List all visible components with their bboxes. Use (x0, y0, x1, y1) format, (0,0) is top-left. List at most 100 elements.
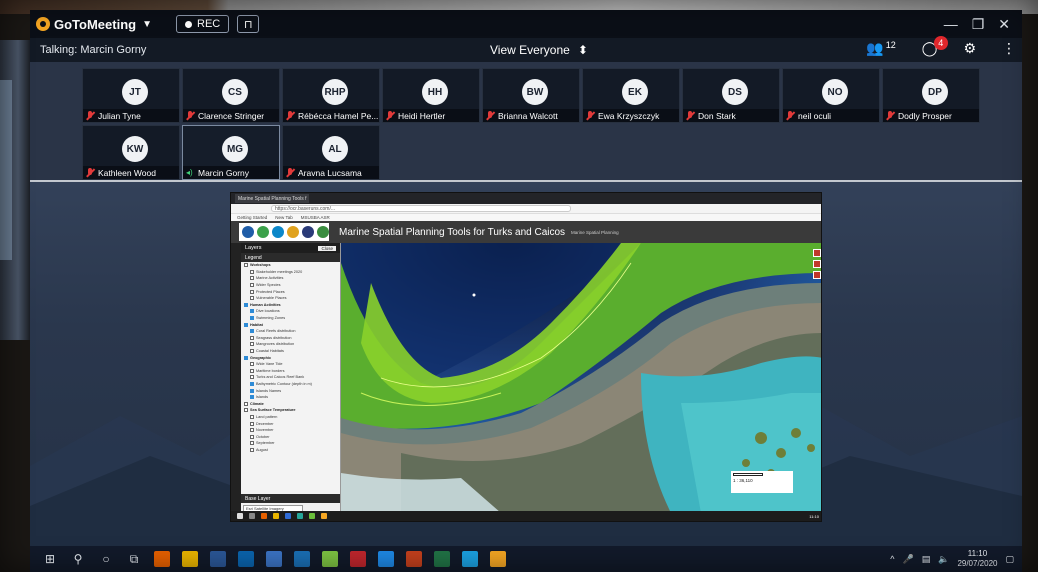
layer-item[interactable]: Seagrass distribution (241, 335, 340, 342)
chat-button[interactable]: ◯ 4 (922, 36, 948, 57)
network-icon[interactable]: ▤ (922, 554, 931, 565)
layer-checkbox[interactable] (250, 388, 254, 393)
layer-checkbox[interactable] (250, 296, 254, 301)
participant-tile[interactable]: KW Kathleen Wood (82, 125, 180, 180)
layer-checkbox[interactable] (250, 329, 254, 334)
layer-checkbox[interactable] (250, 395, 254, 400)
layer-item[interactable]: Wider Species (241, 282, 340, 289)
home-icon[interactable] (813, 260, 821, 268)
skype-icon[interactable] (378, 551, 394, 567)
base-layer-header[interactable]: Base Layer (241, 494, 340, 503)
acrobat-icon[interactable] (350, 551, 366, 567)
gotomeeting-icon[interactable] (490, 551, 506, 567)
edge-icon[interactable] (462, 551, 478, 567)
layer-checkbox[interactable] (250, 269, 254, 274)
layer-item[interactable]: Turks and Caicos Reef Bank (241, 374, 340, 381)
layer-item[interactable]: Vulnerable Places (241, 295, 340, 302)
layer-item[interactable]: September (241, 440, 340, 447)
participant-tile[interactable]: EK Ewa Krzyszczyk (582, 68, 680, 123)
chevron-up-icon[interactable]: ^ (890, 554, 894, 564)
participant-tile[interactable]: RHP Rébécca Hamel Pe... (282, 68, 380, 123)
word-icon[interactable] (210, 551, 226, 567)
participant-tile[interactable]: MG ◂) Marcin Gorny (182, 125, 280, 180)
notification-icon[interactable]: ▢ (1005, 554, 1014, 565)
layer-checkbox[interactable] (250, 441, 254, 446)
bookmark-item[interactable]: MSUSBA ASR (301, 215, 330, 220)
layer-checkbox[interactable] (250, 375, 254, 380)
cortana-icon[interactable]: ○ (98, 551, 114, 567)
layer-checkbox[interactable] (244, 401, 248, 406)
layer-group[interactable]: Climate (241, 400, 340, 407)
excel-icon[interactable] (434, 551, 450, 567)
participant-tile[interactable]: NO neil oculi (782, 68, 880, 123)
layer-item[interactable]: Islands Names (241, 387, 340, 394)
brand-menu[interactable]: GoToMeeting ▼ (36, 17, 152, 32)
participant-tile[interactable]: HH Heidi Hertler (382, 68, 480, 123)
layer-item[interactable]: Maritime borders (241, 368, 340, 375)
browser-tab[interactable]: Marine Spatial Planning Tools f (235, 194, 309, 203)
layer-checkbox[interactable] (244, 355, 248, 360)
windows-start-icon[interactable]: ⊞ (42, 551, 58, 567)
layer-item[interactable]: Swimming Zones (241, 315, 340, 322)
search-icon[interactable]: ⚲ (70, 551, 86, 567)
restore-icon[interactable]: ❐ (972, 16, 985, 33)
layer-checkbox[interactable] (250, 428, 254, 433)
layer-item[interactable]: August (241, 447, 340, 454)
record-button[interactable]: REC (176, 15, 230, 33)
file-explorer-icon[interactable] (182, 551, 198, 567)
layer-checkbox[interactable] (250, 421, 254, 426)
participant-tile[interactable]: AL Aravna Lucsama (282, 125, 380, 180)
layer-item[interactable]: December (241, 420, 340, 427)
layer-item[interactable]: Marine Activities (241, 275, 340, 282)
layer-checkbox[interactable] (250, 368, 254, 373)
close-icon[interactable]: ✕ (998, 16, 1010, 33)
participant-tile[interactable]: JT Julian Tyne (82, 68, 180, 123)
layer-checkbox[interactable] (244, 263, 248, 268)
participant-tile[interactable]: BW Brianna Walcott (482, 68, 580, 123)
layer-group[interactable]: Human Activities (241, 302, 340, 309)
layer-item[interactable]: Wide Vane Tide (241, 361, 340, 368)
layer-item[interactable]: Mangroves distribution (241, 341, 340, 348)
zoom-in-icon[interactable] (813, 249, 821, 257)
layer-item[interactable]: Islands (241, 394, 340, 401)
app-icon[interactable] (238, 551, 254, 567)
layer-checkbox[interactable] (250, 381, 254, 386)
participant-tile[interactable]: DP Dodly Prosper (882, 68, 980, 123)
layer-checkbox[interactable] (250, 309, 254, 314)
layer-item[interactable]: Land pattern (241, 414, 340, 421)
layer-item[interactable]: November (241, 427, 340, 434)
layer-item[interactable]: Coastal Habitats (241, 348, 340, 355)
layer-item[interactable]: October (241, 433, 340, 440)
layer-group[interactable]: Workshops (241, 262, 340, 269)
lock-meeting-button[interactable]: ⊓ (237, 15, 260, 33)
layer-checkbox[interactable] (250, 362, 254, 367)
layer-item[interactable]: Bathymetric Contour (depth in m) (241, 381, 340, 388)
powerpoint-icon[interactable] (406, 551, 422, 567)
layer-checkbox[interactable] (250, 349, 254, 354)
layers-close-button[interactable]: Close (318, 245, 336, 251)
layer-item[interactable]: Stakeholder meetings 2020 (241, 269, 340, 276)
layer-group[interactable]: Geographic (241, 354, 340, 361)
layer-group[interactable]: Sea Surface Temperature (241, 407, 340, 414)
layer-checkbox[interactable] (250, 316, 254, 321)
layer-item[interactable]: Coral Reefs distribution (241, 328, 340, 335)
legend-toggle[interactable]: Legend (241, 253, 340, 262)
zoom-out-icon[interactable] (813, 271, 821, 279)
layer-checkbox[interactable] (250, 335, 254, 340)
layer-checkbox[interactable] (250, 283, 254, 288)
attendees-button[interactable]: 👥 12 (866, 40, 895, 57)
layer-checkbox[interactable] (250, 276, 254, 281)
minimize-icon[interactable]: — (944, 16, 958, 33)
layer-checkbox[interactable] (250, 289, 254, 294)
firefox-icon[interactable] (154, 551, 170, 567)
view-selector[interactable]: View Everyone ⬍ (490, 43, 588, 57)
layer-checkbox[interactable] (244, 302, 248, 307)
task-view-icon[interactable]: ⧉ (126, 551, 142, 567)
settings-button[interactable]: ⚙ (963, 40, 976, 57)
bookmark-item[interactable]: New Tab (275, 215, 292, 220)
participant-tile[interactable]: DS Don Stark (682, 68, 780, 123)
bookmark-item[interactable]: Getting Started (237, 215, 267, 220)
volume-icon[interactable]: 🔈 (938, 554, 949, 565)
outlook-icon[interactable] (294, 551, 310, 567)
layer-checkbox[interactable] (244, 408, 248, 413)
